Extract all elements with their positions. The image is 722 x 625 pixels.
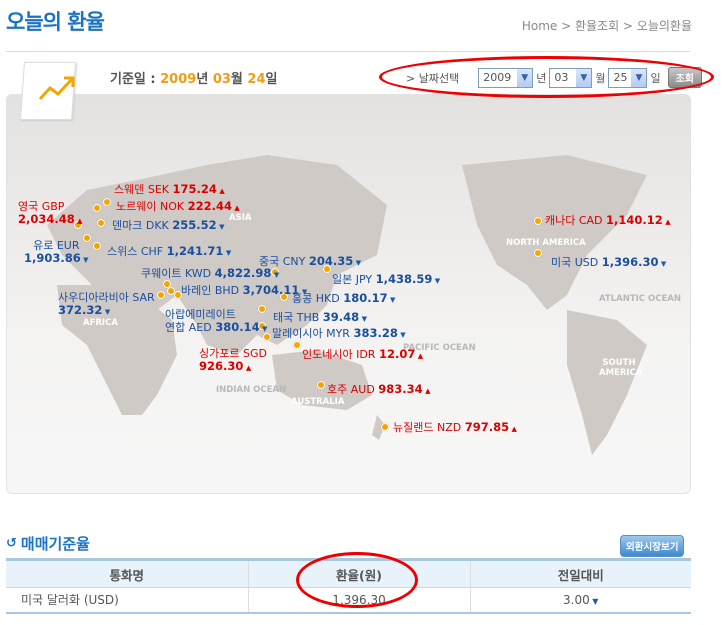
currency-cad[interactable]: 캐나다 CAD 1,140.12: [545, 213, 671, 229]
region-north-america: NORTH AMERICA: [506, 238, 586, 248]
currency-thb[interactable]: 태국 THB 39.48: [273, 310, 367, 326]
region-indian-ocean: INDIAN OCEAN: [216, 385, 287, 395]
marker-idr: [293, 341, 301, 349]
currency-aud[interactable]: 호주 AUD 983.34: [327, 382, 431, 398]
region-africa: AFRICA: [83, 318, 118, 328]
cell-currency: 미국 달러화 (USD): [6, 587, 248, 614]
region-australia: AUSTRALIA: [291, 397, 345, 407]
marker-nok: [93, 204, 101, 212]
currency-eur[interactable]: 유로 EUR 1,903.86: [24, 239, 89, 267]
base-date: 기준일 : 2009년 03월 24일: [110, 72, 278, 87]
header-change: 전일대비: [469, 558, 691, 588]
currency-kwd[interactable]: 쿠웨이트 KWD 4,822.98: [141, 266, 279, 282]
down-arrow-icon: ▼: [589, 596, 599, 606]
annotation-ellipse: [379, 56, 714, 98]
currency-nzd[interactable]: 뉴질랜드 NZD 797.85: [393, 420, 517, 436]
currency-myr[interactable]: 말레이시아 MYR 383.28: [272, 326, 406, 342]
marker-chf: [93, 242, 101, 250]
marker-aud: [317, 381, 325, 389]
marker-usd: [534, 249, 542, 257]
breadcrumb: Home > 환율조회 > 오늘의환율: [521, 19, 692, 33]
marker-nzd: [381, 423, 389, 431]
currency-usd[interactable]: 미국 USD 1,396.30: [551, 255, 666, 271]
currency-bhd[interactable]: 바레인 BHD 3,704.11: [181, 283, 307, 299]
currency-sgd[interactable]: 싱가포르 SGD 926.30: [199, 347, 267, 375]
refresh-icon: ↺: [6, 536, 17, 551]
marker-dkk: [97, 219, 105, 227]
page-title: 오늘의 환율: [6, 10, 105, 34]
marker-sar: [157, 291, 165, 299]
currency-nok[interactable]: 노르웨이 NOK 222.44: [116, 199, 240, 215]
currency-chf[interactable]: 스위스 CHF 1,241.71: [107, 244, 231, 260]
cell-change: 3.00 ▼: [469, 587, 691, 614]
header-currency: 통화명: [6, 558, 248, 588]
region-south-america: SOUTH AMERICA: [599, 358, 643, 378]
currency-aed[interactable]: 아랍에미레이트 연합 AED 380.14: [165, 308, 267, 336]
currency-dkk[interactable]: 덴마크 DKK 255.52: [112, 218, 224, 234]
currency-sek[interactable]: 스웨덴 SEK 175.24: [114, 182, 225, 198]
currency-gbp[interactable]: 영국 GBP 2,034.48: [18, 200, 83, 228]
currency-hkd[interactable]: 홍콩 HKD 180.17: [292, 291, 395, 307]
section-title: ↺ 매매기준율: [6, 535, 90, 553]
divider: [6, 51, 690, 52]
marker-sek: [103, 198, 111, 206]
currency-idr[interactable]: 인도네시아 IDR 12.07: [302, 347, 423, 363]
marker-cad: [534, 217, 542, 225]
region-atlantic-ocean: ATLANTIC OCEAN: [599, 294, 681, 304]
trend-up-icon: [38, 76, 75, 101]
currency-sar[interactable]: 사우디아라비아 SAR 372.32: [58, 291, 155, 319]
fx-market-button[interactable]: 외환시장보기: [620, 535, 685, 557]
currency-jpy[interactable]: 일본 JPY 1,438.59: [332, 272, 440, 288]
annotation-ellipse: [296, 552, 418, 608]
